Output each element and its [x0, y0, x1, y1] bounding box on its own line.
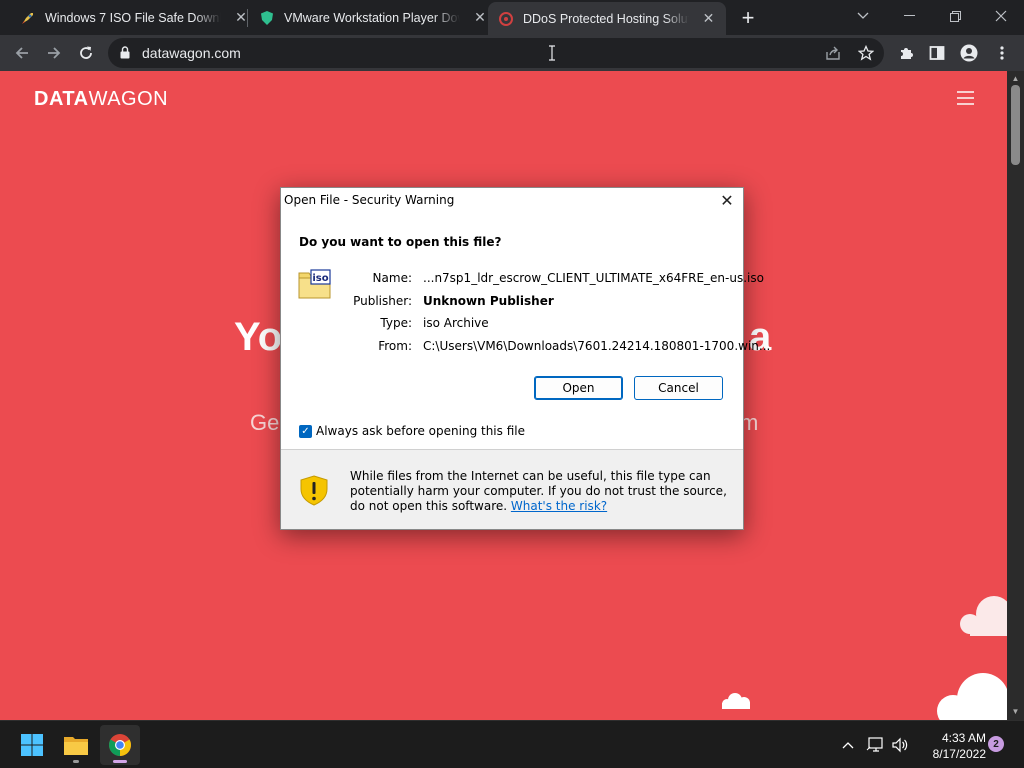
running-indicator	[73, 760, 79, 763]
whats-the-risk-link[interactable]: What's the risk?	[511, 499, 607, 513]
notification-badge[interactable]: 2	[988, 736, 1004, 752]
hero-heading-partial: a	[749, 315, 772, 359]
profile-avatar-icon[interactable]	[959, 43, 979, 63]
file-name-value: ...n7sp1_ldr_escrow_CLIENT_ULTIMATE_x64F…	[423, 271, 764, 285]
close-window-button[interactable]	[978, 0, 1024, 32]
new-tab-button[interactable]: +	[735, 5, 761, 31]
page-scrollbar[interactable]: ▲ ▼	[1007, 71, 1024, 720]
network-icon[interactable]	[865, 735, 885, 755]
side-panel-icon[interactable]	[927, 43, 947, 63]
lock-icon[interactable]	[120, 46, 130, 64]
folder-icon	[64, 737, 88, 755]
scrollbar-thumb[interactable]	[1011, 85, 1020, 165]
shield-favicon-icon	[259, 10, 275, 26]
tab-title: VMware Workstation Player Down	[284, 10, 460, 25]
dialog-titlebar[interactable]: Open File - Security Warning ✕	[281, 188, 743, 213]
dialog-title: Open File - Security Warning	[284, 193, 455, 207]
open-button[interactable]: Open	[534, 376, 623, 400]
minimize-button[interactable]	[886, 0, 932, 32]
file-icon-label: iso	[312, 273, 328, 284]
tab-close-icon[interactable]: ✕	[701, 10, 716, 27]
back-button[interactable]	[8, 39, 36, 67]
share-icon[interactable]	[825, 45, 841, 61]
type-label: Type:	[380, 316, 412, 330]
chrome-icon	[109, 734, 131, 756]
more-menu-icon[interactable]	[992, 43, 1012, 63]
address-bar[interactable]: datawagon.com	[108, 38, 884, 68]
reload-button[interactable]	[72, 39, 100, 67]
start-button[interactable]	[12, 725, 52, 765]
active-indicator	[113, 760, 127, 763]
clock-date: 8/17/2022	[932, 747, 986, 761]
bookmark-star-icon[interactable]	[857, 44, 875, 61]
hamburger-menu-icon[interactable]	[957, 91, 974, 109]
tab-close-icon[interactable]: ✕	[472, 9, 488, 26]
show-hidden-icons-chevron-icon[interactable]	[838, 735, 858, 755]
tab-search-chevron-icon[interactable]	[840, 0, 886, 32]
windows-taskbar: 4:33 AM 8/17/2022 2	[0, 720, 1024, 768]
name-label: Name:	[372, 271, 412, 285]
restore-button[interactable]	[932, 0, 978, 32]
cloud-decoration-icon	[722, 693, 750, 709]
forward-button[interactable]	[40, 39, 68, 67]
cloud-decoration-icon	[937, 673, 1007, 720]
tab-windows7-iso[interactable]: Windows 7 ISO File Safe Download ✕	[10, 0, 259, 35]
dialog-divider	[281, 449, 743, 450]
always-ask-label[interactable]: Always ask before opening this file	[316, 424, 525, 438]
checkbox-checked-icon[interactable]: ✓	[299, 424, 312, 438]
from-label: From:	[378, 339, 412, 353]
tab-vmware-player[interactable]: VMware Workstation Player Down ✕	[249, 0, 498, 35]
browser-toolbar: datawagon.com	[0, 35, 1024, 71]
tab-title: DDoS Protected Hosting Solution	[523, 11, 689, 26]
volume-icon[interactable]	[890, 735, 910, 755]
system-clock[interactable]: 4:33 AM 8/17/2022	[914, 730, 986, 762]
hero-subheading-partial: Ge	[250, 410, 280, 435]
iso-file-icon: iso	[298, 269, 331, 299]
rocket-favicon-icon	[20, 10, 36, 26]
clock-time: 4:33 AM	[941, 731, 986, 745]
cloud-decoration-icon	[960, 596, 1007, 636]
hero-heading-partial: Yo	[234, 315, 283, 359]
type-value: iso Archive	[423, 316, 489, 330]
warning-message: While files from the Internet can be use…	[350, 469, 730, 514]
always-ask-checkbox-row[interactable]: ✓ Always ask before opening this file	[299, 424, 525, 438]
windows-logo-icon	[21, 734, 43, 756]
warning-shield-icon	[300, 475, 328, 506]
from-path-value: C:\Users\VM6\Downloads\7601.24214.180801…	[423, 339, 771, 353]
publisher-value: Unknown Publisher	[423, 294, 554, 308]
tab-ddos-hosting[interactable]: DDoS Protected Hosting Solution ✕	[488, 2, 726, 35]
tab-strip: Windows 7 ISO File Safe Download ✕ VMwar…	[0, 0, 1024, 35]
tab-title: Windows 7 ISO File Safe Download	[45, 10, 221, 25]
file-explorer-taskbar-button[interactable]	[56, 725, 96, 765]
text-cursor-icon	[549, 45, 555, 61]
logo-light-text: WAGON	[88, 88, 169, 110]
datawagon-logo[interactable]: DATAWAGON	[34, 88, 168, 111]
datawagon-favicon-icon	[498, 11, 514, 27]
chrome-taskbar-button[interactable]	[100, 725, 140, 765]
cancel-button[interactable]: Cancel	[634, 376, 723, 400]
dialog-body: Do you want to open this file? iso Name:…	[281, 213, 770, 449]
security-warning-dialog: Open File - Security Warning ✕ Do you wa…	[280, 187, 770, 530]
publisher-label: Publisher:	[353, 294, 412, 308]
extensions-puzzle-icon[interactable]	[896, 43, 916, 63]
dialog-close-icon[interactable]: ✕	[717, 190, 737, 210]
tab-separator	[247, 9, 248, 27]
scroll-down-arrow-icon[interactable]: ▼	[1011, 707, 1020, 716]
dialog-question: Do you want to open this file?	[299, 235, 502, 249]
url-text[interactable]: datawagon.com	[142, 45, 241, 61]
logo-bold-text: DATA	[34, 88, 89, 110]
scroll-up-arrow-icon[interactable]: ▲	[1011, 74, 1020, 83]
